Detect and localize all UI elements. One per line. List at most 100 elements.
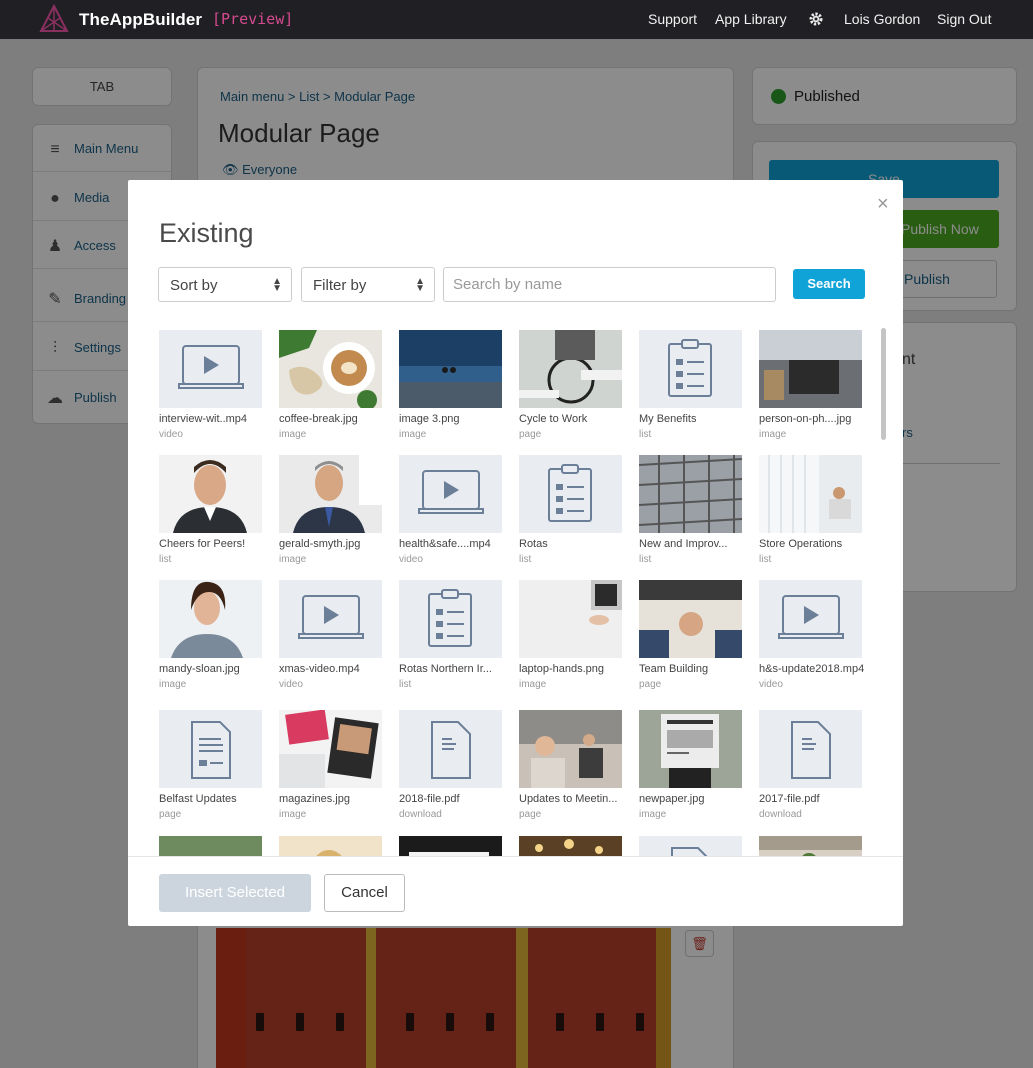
media-thumbnail[interactable] (519, 710, 622, 788)
cancel-button[interactable]: Cancel (324, 874, 405, 912)
media-name: magazines.jpg (279, 793, 350, 805)
media-tile[interactable] (639, 836, 749, 856)
brand-name[interactable]: TheAppBuilder (79, 10, 202, 30)
media-thumbnail[interactable] (519, 330, 622, 408)
media-tile[interactable]: interview-wit..mp4 video (159, 330, 269, 450)
media-thumbnail[interactable] (279, 580, 382, 658)
media-thumbnail[interactable] (159, 330, 262, 408)
search-input[interactable] (443, 267, 776, 302)
filter-select[interactable]: Filter by ▲ ▼ (301, 267, 435, 302)
media-thumbnail[interactable] (519, 580, 622, 658)
media-tile[interactable] (399, 836, 509, 856)
modal-footer: Insert Selected Cancel (128, 856, 903, 926)
media-tile[interactable]: coffee-break.jpg image (279, 330, 389, 450)
media-tile[interactable]: newpaper.jpg image (639, 710, 749, 830)
media-name: Updates to Meetin... (519, 793, 618, 805)
media-tile[interactable]: Rotas Northern Ir... list (399, 580, 509, 700)
media-type: list (519, 554, 532, 565)
nav-user-name[interactable]: Lois Gordon (844, 11, 920, 27)
sort-select[interactable]: Sort by ▲ ▼ (158, 267, 292, 302)
insert-selected-button[interactable]: Insert Selected (159, 874, 311, 912)
media-tile[interactable]: New and Improv... list (639, 455, 749, 575)
media-thumbnail[interactable] (399, 330, 502, 408)
nav-support[interactable]: Support (648, 11, 697, 27)
media-tile[interactable] (519, 836, 629, 856)
media-type: video (279, 679, 303, 690)
nav-app-library[interactable]: App Library (715, 11, 787, 27)
media-thumbnail[interactable] (759, 710, 862, 788)
media-thumbnail[interactable] (279, 836, 382, 856)
sort-select-label: Sort by (170, 277, 218, 294)
media-tile[interactable]: mandy-sloan.jpg image (159, 580, 269, 700)
media-tile[interactable]: Store Operations list (759, 455, 869, 575)
media-tile[interactable]: xmas-video.mp4 video (279, 580, 389, 700)
media-type: list (639, 554, 652, 565)
modal-title: Existing (159, 218, 254, 248)
media-tile[interactable]: Updates to Meetin... page (519, 710, 629, 830)
media-thumbnail[interactable] (759, 455, 862, 533)
media-name: gerald-smyth.jpg (279, 538, 361, 550)
media-type: page (159, 809, 182, 820)
media-tile[interactable]: magazines.jpg image (279, 710, 389, 830)
filter-select-label: Filter by (313, 277, 367, 294)
media-name: Belfast Updates (159, 793, 237, 805)
media-thumbnail[interactable] (399, 836, 502, 856)
media-thumbnail[interactable] (159, 455, 262, 533)
media-name: 2017-file.pdf (759, 793, 820, 805)
media-thumbnail[interactable] (759, 836, 862, 856)
app-logo-icon[interactable] (38, 4, 70, 34)
media-tile[interactable]: gerald-smyth.jpg image (279, 455, 389, 575)
close-icon[interactable]: × (877, 193, 889, 216)
media-thumbnail[interactable] (279, 330, 382, 408)
media-thumbnail[interactable] (639, 455, 742, 533)
media-tile[interactable]: image 3.png image (399, 330, 509, 450)
search-button[interactable]: Search (793, 269, 865, 299)
media-type: page (519, 809, 542, 820)
media-tile[interactable]: Cheers for Peers! list (159, 455, 269, 575)
gear-icon[interactable] (808, 11, 824, 27)
media-type: video (399, 554, 423, 565)
media-thumbnail[interactable] (759, 580, 862, 658)
media-tile[interactable]: 2018-file.pdf download (399, 710, 509, 830)
media-tile[interactable]: Belfast Updates page (159, 710, 269, 830)
media-thumbnail[interactable] (639, 710, 742, 788)
media-name: h&s-update2018.mp4 (759, 663, 865, 675)
media-thumbnail[interactable] (159, 836, 262, 856)
media-thumbnail[interactable] (279, 455, 382, 533)
media-tile[interactable]: 2017-file.pdf download (759, 710, 869, 830)
media-thumbnail[interactable] (279, 710, 382, 788)
media-name: image 3.png (399, 413, 460, 425)
media-grid: interview-wit..mp4 video coffee-break.jpg i… (128, 328, 903, 856)
media-thumbnail[interactable] (399, 580, 502, 658)
nav-sign-out[interactable]: Sign Out (937, 11, 991, 27)
media-tile[interactable]: Team Building page (639, 580, 749, 700)
media-name: laptop-hands.png (519, 663, 605, 675)
media-tile[interactable]: Cycle to Work page (519, 330, 629, 450)
media-thumbnail[interactable] (159, 580, 262, 658)
media-thumbnail[interactable] (639, 330, 742, 408)
media-tile[interactable]: Rotas list (519, 455, 629, 575)
media-type: image (759, 429, 787, 440)
media-tile[interactable]: My Benefits list (639, 330, 749, 450)
media-tile[interactable]: person-on-ph....jpg image (759, 330, 869, 450)
grid-scrollbar[interactable] (881, 328, 886, 440)
media-thumbnail[interactable] (399, 455, 502, 533)
media-thumbnail[interactable] (639, 580, 742, 658)
media-type: image (279, 429, 307, 440)
media-thumbnail[interactable] (519, 455, 622, 533)
media-tile[interactable] (159, 836, 269, 856)
media-name: Cheers for Peers! (159, 538, 246, 550)
media-thumbnail[interactable] (399, 710, 502, 788)
media-type: image (279, 554, 307, 565)
media-type: video (759, 679, 783, 690)
media-tile[interactable] (279, 836, 389, 856)
media-thumbnail[interactable] (159, 710, 262, 788)
media-thumbnail[interactable] (519, 836, 622, 856)
media-thumbnail[interactable] (759, 330, 862, 408)
media-tile[interactable]: laptop-hands.png image (519, 580, 629, 700)
media-name: New and Improv... (639, 538, 728, 550)
media-thumbnail[interactable] (639, 836, 742, 856)
media-tile[interactable] (759, 836, 869, 856)
media-tile[interactable]: health&safe....mp4 video (399, 455, 509, 575)
media-tile[interactable]: h&s-update2018.mp4 video (759, 580, 869, 700)
